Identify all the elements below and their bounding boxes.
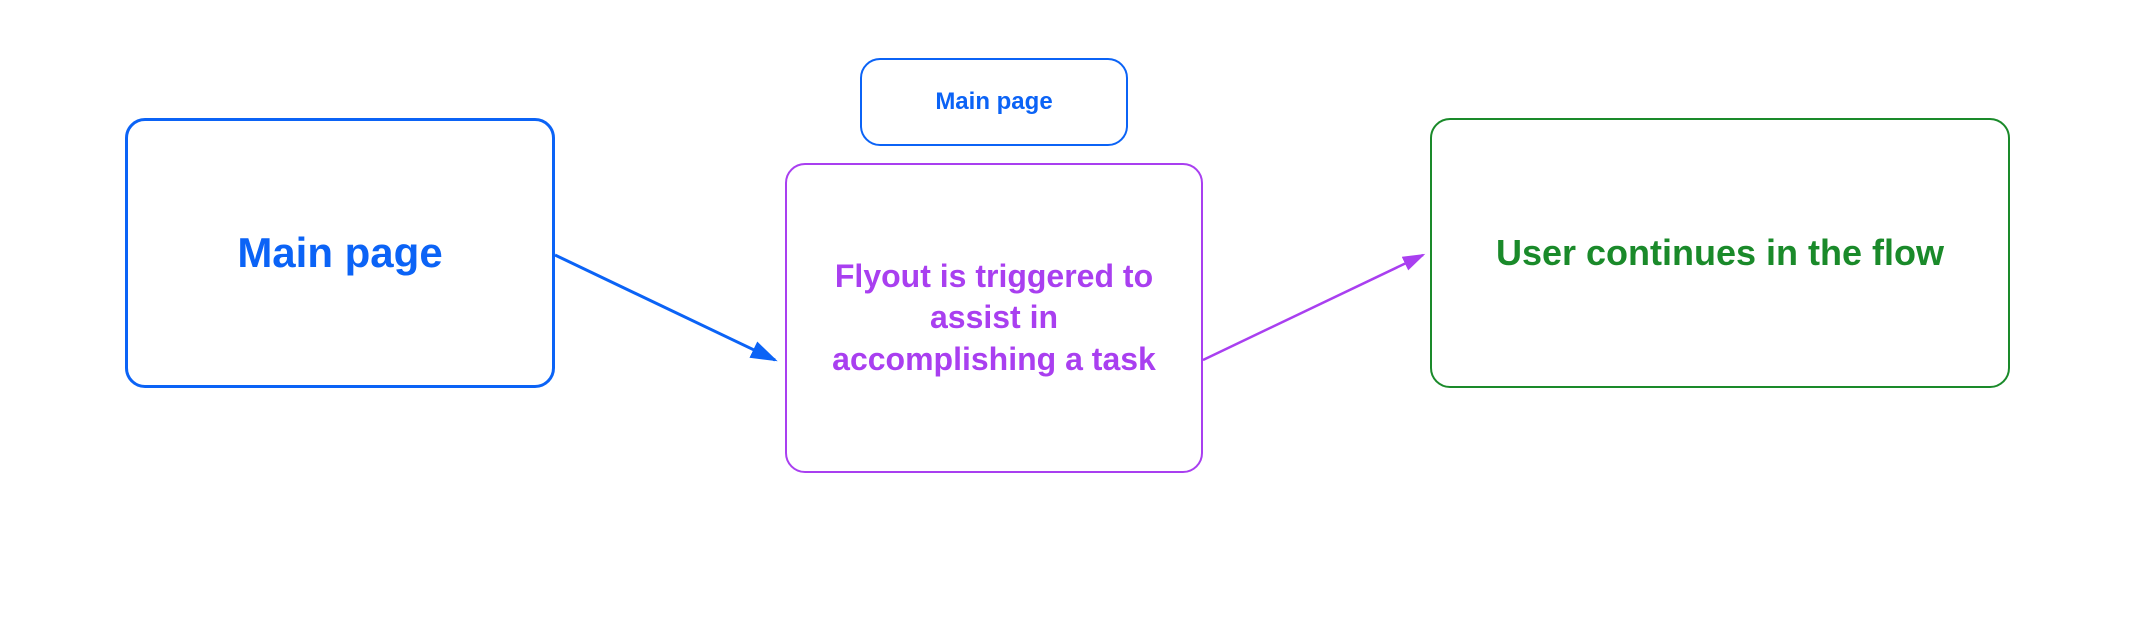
arrow-icon bbox=[555, 250, 785, 370]
continue-label: User continues in the flow bbox=[1496, 232, 1944, 274]
main-page-small-label: Main page bbox=[935, 88, 1052, 116]
main-page-box: Main page bbox=[125, 118, 555, 388]
flyout-label: Flyout is triggered to assist in accompl… bbox=[827, 256, 1161, 381]
arrow-icon bbox=[1203, 250, 1433, 370]
main-page-small-box: Main page bbox=[860, 58, 1128, 146]
main-page-label: Main page bbox=[237, 229, 442, 277]
continue-box: User continues in the flow bbox=[1430, 118, 2010, 388]
flyout-box: Flyout is triggered to assist in accompl… bbox=[785, 163, 1203, 473]
